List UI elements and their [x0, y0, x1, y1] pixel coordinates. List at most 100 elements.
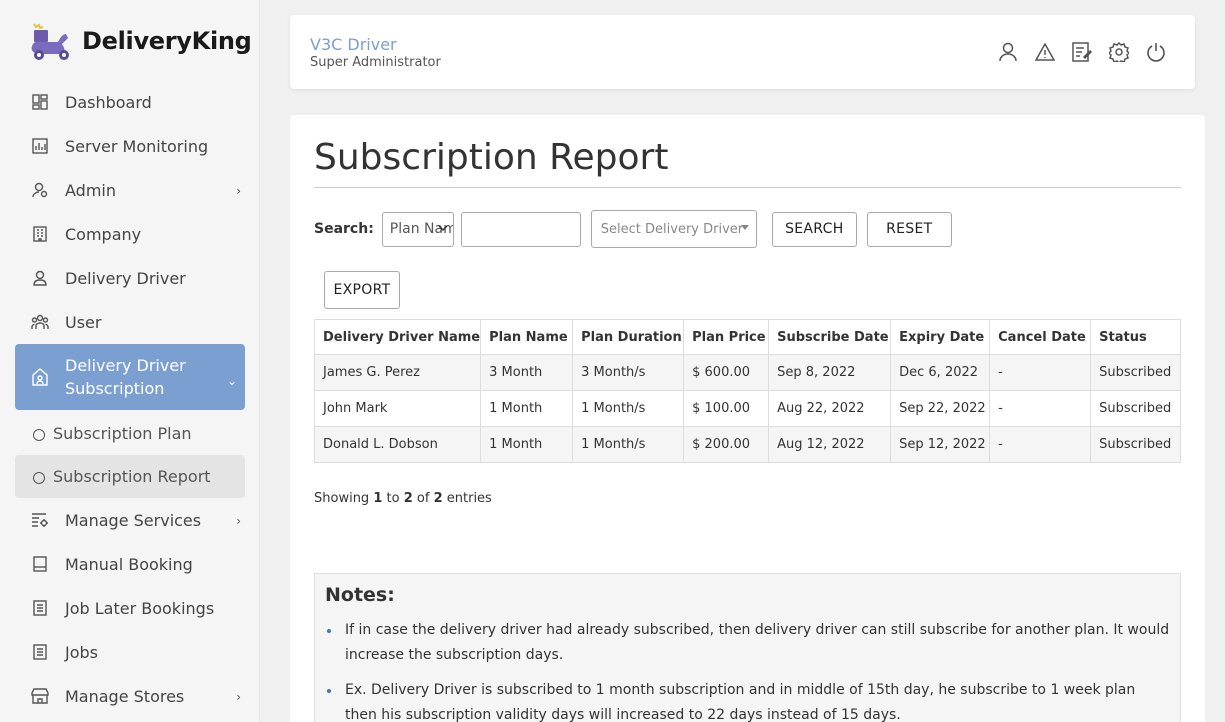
column-header[interactable]: Plan Duration [572, 319, 685, 355]
table-cell: Subscribed [1090, 390, 1181, 427]
title-divider [314, 187, 1181, 188]
sidebar-item-label: Manage Services [65, 510, 202, 530]
subscription-icon [31, 368, 49, 386]
sidebar-item-delivery-driver[interactable]: Delivery Driver [15, 256, 245, 300]
chevron-down-icon [438, 222, 448, 235]
search-input[interactable] [460, 211, 581, 247]
sidebar-item-admin[interactable]: Admin › [15, 168, 245, 212]
table-cell: 3 Month [480, 354, 574, 391]
column-header[interactable]: Status [1090, 319, 1181, 355]
circle-icon [33, 472, 45, 484]
sidebar-item-server-monitoring[interactable]: Server Monitoring [15, 124, 245, 168]
reset-button[interactable]: RESET [866, 211, 952, 247]
column-header[interactable]: Subscribe Date [768, 319, 892, 355]
table-cell: - [989, 354, 1092, 391]
notes-panel: Notes: If in case the delivery driver ha… [314, 573, 1181, 722]
notes-title: Notes: [325, 584, 395, 606]
user-role: Super Administrator [310, 55, 441, 70]
topbar-actions [997, 41, 1167, 63]
sidebar-item-manual-booking[interactable]: Manual Booking [15, 542, 245, 586]
caret-down-icon [740, 225, 749, 230]
table-cell: Subscribed [1090, 426, 1181, 463]
table-cell: $ 600.00 [683, 354, 770, 391]
sidebar-item-manage-stores[interactable]: Manage Stores › [15, 674, 245, 718]
sidebar-item-label: Delivery Driver Subscription [65, 356, 186, 398]
sidebar-item-job-later-bookings[interactable]: Job Later Bookings [15, 586, 245, 630]
column-header[interactable]: Expiry Date [890, 319, 991, 355]
table-cell: $ 200.00 [683, 426, 770, 463]
driver-icon [31, 269, 49, 287]
sidebar-item-company[interactable]: Company [15, 212, 245, 256]
sidebar-item-manage-services[interactable]: Manage Services › [15, 498, 245, 542]
entries-info: Showing 1 to 2 of 2 entries [314, 491, 492, 506]
entries-prefix: Showing [314, 491, 370, 506]
export-button[interactable]: EXPORT [324, 271, 400, 309]
chart-icon [31, 137, 49, 155]
sidebar-item-delivery-driver-subscription[interactable]: Delivery Driver Subscription ⌄ [15, 344, 245, 410]
chevron-right-icon: › [236, 184, 241, 198]
sidebar-item-label: Subscription Report [53, 467, 211, 486]
sidebar-item-label: Admin [65, 180, 116, 200]
table-cell: Subscribed [1090, 354, 1181, 391]
entries-suffix: entries [446, 491, 492, 506]
driver-select-placeholder: Select Delivery Driver [600, 221, 744, 237]
column-header[interactable]: Plan Name [480, 319, 574, 355]
notes-list: If in case the delivery driver had alrea… [325, 618, 1170, 722]
brand-name: DeliveryKing [82, 27, 252, 55]
table-cell: - [989, 390, 1092, 427]
table-cell: James G. Perez [313, 354, 482, 391]
table-header-row: Delivery Driver Name Plan Name Plan Dura… [313, 319, 1181, 355]
brand-logo[interactable]: DeliveryKing [28, 20, 252, 62]
table-cell: Sep 12, 2022 [890, 426, 991, 463]
plan-select[interactable]: Plan Name [381, 211, 454, 247]
sidebar-item-dashboard[interactable]: Dashboard [15, 80, 245, 124]
sidebar: DeliveryKing Dashboard Server Monitoring… [0, 0, 260, 722]
edit-note-icon[interactable] [1071, 41, 1093, 63]
sidebar-item-label: Delivery Driver [65, 268, 186, 288]
warning-icon[interactable] [1034, 41, 1056, 63]
table-row: Donald L. Dobson 1 Month 1 Month/s $ 200… [313, 426, 1181, 463]
column-header[interactable]: Cancel Date [989, 319, 1092, 355]
dashboard-icon [31, 93, 49, 111]
entries-of-word: of [416, 491, 430, 506]
entries-to-word: to [386, 491, 400, 506]
entries-to: 2 [403, 491, 413, 506]
user-name[interactable]: V3C Driver [310, 35, 397, 54]
sidebar-item-jobs[interactable]: Jobs [15, 630, 245, 674]
users-icon [31, 313, 49, 331]
sidebar-item-label: Manual Booking [65, 554, 193, 574]
sidebar-item-label: User [65, 312, 102, 332]
profile-icon[interactable] [997, 41, 1019, 63]
search-label: Search: [314, 221, 374, 237]
store-icon [31, 687, 49, 705]
list-icon [31, 599, 49, 617]
chevron-right-icon: › [236, 690, 241, 704]
sidebar-item-label: Dashboard [65, 92, 152, 112]
sidebar-item-label: Manage Stores [65, 686, 185, 706]
column-header[interactable]: Plan Price [683, 319, 770, 355]
sidebar-item-label: Company [65, 224, 142, 244]
chevron-down-icon: ⌄ [226, 374, 237, 388]
gear-icon[interactable] [1108, 41, 1130, 63]
sidebar-item-label: Subscription Plan [53, 424, 192, 443]
sidebar-item-user[interactable]: User [15, 300, 245, 344]
topbar: V3C Driver Super Administrator [290, 15, 1195, 89]
search-button[interactable]: SEARCH [771, 211, 857, 247]
booking-icon [31, 555, 49, 573]
table-cell: Aug 22, 2022 [768, 390, 892, 427]
circle-icon [33, 429, 45, 441]
services-icon [31, 511, 49, 529]
note-item: Ex. Delivery Driver is subscribed to 1 m… [325, 678, 1170, 722]
driver-select[interactable]: Select Delivery Driver [590, 210, 757, 248]
sidebar-item-subscription-plan[interactable]: Subscription Plan [15, 412, 245, 455]
table-cell: 1 Month/s [572, 390, 685, 427]
sidebar-item-subscription-report[interactable]: Subscription Report [15, 455, 245, 498]
table-cell: Sep 8, 2022 [768, 354, 892, 391]
column-header[interactable]: Delivery Driver Name [313, 319, 482, 355]
table-cell: 1 Month [480, 390, 574, 427]
table-cell: Aug 12, 2022 [768, 426, 892, 463]
table-cell: $ 100.00 [683, 390, 770, 427]
search-bar: Search: Plan Name Select Delivery Driver… [314, 210, 952, 248]
power-icon[interactable] [1145, 41, 1167, 63]
sidebar-item-label: Jobs [65, 642, 98, 662]
